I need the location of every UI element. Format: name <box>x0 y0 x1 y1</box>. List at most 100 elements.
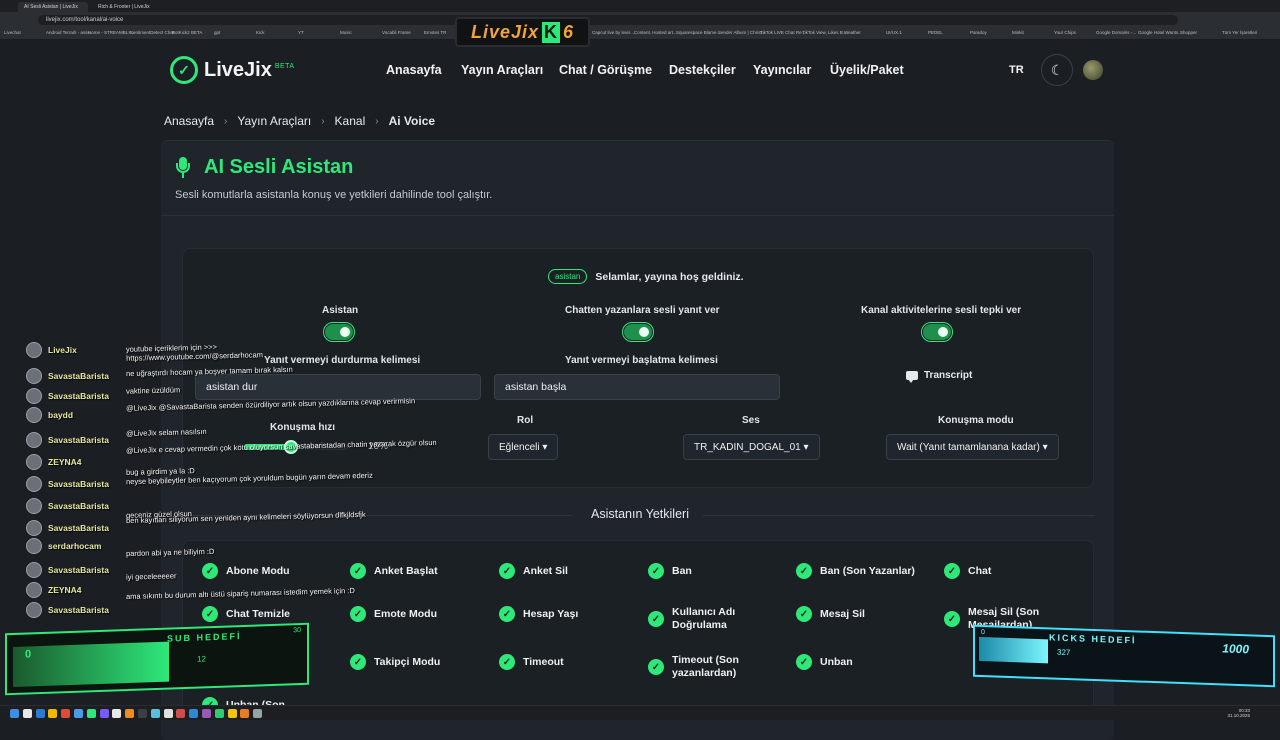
start-word-input[interactable]: asistan başla <box>494 374 780 400</box>
nav-yayincilar[interactable]: Yayıncılar <box>753 63 811 77</box>
check-circle-icon: ✓ <box>648 611 664 627</box>
taskbar-app-icon[interactable] <box>202 709 211 718</box>
bookmark-item[interactable]: Livechat <box>4 30 21 35</box>
user-avatar[interactable] <box>1083 60 1103 80</box>
bookmark-item[interactable]: Content, Hosted art... <box>634 30 677 35</box>
page-description: Sesli komutlarla asistanla konuş ve yetk… <box>175 189 493 201</box>
taskbar-app-icon[interactable] <box>214 709 224 718</box>
taskbar-clock[interactable]: 00:33 31.10.2025 <box>1227 708 1250 718</box>
bookmark-item[interactable]: Android Terrarli - asss... <box>46 30 93 35</box>
transcript-label: Transcript <box>924 370 973 381</box>
permission-label: Hesap Yaşı <box>523 607 579 620</box>
taskbar-app-icon[interactable] <box>150 709 160 718</box>
bookmark-item[interactable]: Shopper <box>1180 30 1197 35</box>
taskbar-app-icon[interactable] <box>227 709 237 718</box>
bookmark-item[interactable]: Weather <box>844 30 861 35</box>
permission-item[interactable]: ✓ Chat <box>944 563 1084 579</box>
bookmark-item[interactable]: Kick <box>256 30 265 35</box>
breadcrumb-anasayfa[interactable]: Anasayfa <box>164 114 214 128</box>
permission-item[interactable]: ✓ Takipçi Modu <box>350 654 490 670</box>
permission-item[interactable]: ✓ Emote Modu <box>350 606 490 622</box>
check-circle-icon: ✓ <box>350 654 366 670</box>
toggle-chat-reply[interactable] <box>622 322 654 342</box>
taskbar-app-icon[interactable] <box>61 709 71 718</box>
bookmark-item[interactable]: Minkit <box>1012 30 1024 35</box>
taskbar-app-icon[interactable] <box>35 709 45 718</box>
bookmark-item[interactable]: Sender Album | Christ... <box>718 30 765 35</box>
nav-chat-gorusme[interactable]: Chat / Görüşme <box>559 63 652 77</box>
permission-item[interactable]: ✓ Hesap Yaşı <box>499 606 639 622</box>
url-input[interactable]: livejix.com/tool/kanal/ai-voice <box>38 15 1178 25</box>
permission-item[interactable]: ✓ Timeout <box>499 654 639 670</box>
check-circle-icon: ✓ <box>648 659 664 675</box>
nav-anasayfa[interactable]: Anasayfa <box>386 63 442 77</box>
bookmark-item[interactable]: gpt <box>214 30 220 35</box>
taskbar-app-icon[interactable] <box>125 709 135 718</box>
taskbar-app-icon[interactable] <box>99 709 109 718</box>
bookmark-item[interactable]: UI/UX.1 <box>886 30 902 35</box>
bookmark-item[interactable]: Squarespace Blame... <box>676 30 720 35</box>
taskbar-app-icon[interactable] <box>176 709 186 718</box>
taskbar-app-icon[interactable] <box>112 709 122 718</box>
nav-destekciler[interactable]: Destekçiler <box>669 63 736 77</box>
voice-select[interactable]: TR_KADIN_DOGAL_01 ▾ <box>683 434 820 460</box>
bookmark-item[interactable]: Paradoy <box>970 30 987 35</box>
site-logo[interactable]: ✓ LiveJix BETA <box>170 56 295 84</box>
os-taskbar: 00:33 31.10.2025 <box>0 705 1280 720</box>
bookmark-item[interactable]: BotKick2 BETA <box>172 30 202 35</box>
moon-icon: ☾ <box>1050 61 1064 78</box>
taskbar-app-icon[interactable] <box>86 709 96 718</box>
taskbar-app-icon[interactable] <box>163 709 173 718</box>
bookmark-item[interactable]: TikTok View, Likes B... <box>802 30 847 35</box>
stream-chat-overlay: LiveJix youtube içeriklerim için >>> http… <box>12 340 437 620</box>
permission-item[interactable]: ✓ Timeout (Son yazanlardan) <box>648 654 788 680</box>
permission-item[interactable]: ✓ Ban (Son Yazanlar) <box>796 563 936 579</box>
bookmark-item[interactable]: Google Domains -... <box>1096 30 1136 35</box>
permission-item[interactable]: ✓ Anket Başlat <box>350 563 490 579</box>
permission-item[interactable]: ✓ Anket Sil <box>499 563 639 579</box>
bookmark-item[interactable]: Your Chips <box>1054 30 1076 35</box>
browser-tab[interactable]: Rich & Frooter | LiveJix <box>92 2 162 12</box>
taskbar-app-icon[interactable] <box>48 709 58 718</box>
bookmark-item[interactable]: PEDEL <box>928 30 943 35</box>
bookmark-item[interactable]: SentimentDetect Chat <box>130 30 174 35</box>
permission-item[interactable]: ✓ Mesaj Sil <box>796 606 936 622</box>
breadcrumb-yayin-araclari[interactable]: Yayın Araçları <box>237 114 311 128</box>
bookmark-item[interactable]: Capcut live by levis ... <box>592 30 636 35</box>
caret-down-icon: ▾ <box>1042 442 1048 453</box>
toggle-label-chat-reply: Chatten yazanlara sesli yanıt ver <box>565 305 720 316</box>
permission-item[interactable]: ✓ Kullanıcı Adı Doğrulama <box>648 606 788 632</box>
permission-item[interactable]: ✓ Ban <box>648 563 788 579</box>
taskbar-app-icon[interactable] <box>74 709 83 718</box>
bookmark-item[interactable]: Google Hotel Wants... <box>1138 30 1182 35</box>
taskbar-app-icon[interactable] <box>253 709 263 718</box>
nav-uyelik-paket[interactable]: Üyelik/Paket <box>830 63 904 77</box>
role-select[interactable]: Eğlenceli ▾ <box>488 434 559 460</box>
bookmark-item[interactable]: Music <box>340 30 352 35</box>
mode-select[interactable]: Wait (Yanıt tamamlanana kadar) ▾ <box>886 434 1059 460</box>
taskbar-app-icon[interactable] <box>22 709 32 718</box>
taskbar-app-icon[interactable] <box>189 709 199 718</box>
browser-tab-active[interactable]: AI Sesli Asistan | LiveJix <box>18 2 88 12</box>
taskbar-app-icon[interactable] <box>138 709 147 718</box>
taskbar-app-icon[interactable] <box>10 709 19 718</box>
bookmark-item[interactable]: Home - STREAMBLX... <box>88 30 135 35</box>
breadcrumb-kanal[interactable]: Kanal <box>335 114 366 128</box>
chat-user-name: baydd <box>48 410 74 420</box>
permission-label: Unban <box>820 655 853 668</box>
language-selector[interactable]: TR <box>1009 64 1024 76</box>
bookmark-item[interactable]: TikTok LIVE Chat Re... <box>760 30 805 35</box>
toggle-asistan[interactable] <box>323 322 355 342</box>
transcript-button[interactable]: Transcript <box>906 370 973 383</box>
toggle-activity-reaction[interactable] <box>921 322 953 342</box>
bookmark-item[interactable]: YT <box>298 30 304 35</box>
bookmark-item[interactable]: Emotes TR <box>424 30 446 35</box>
divider <box>703 515 1095 516</box>
bookmark-item[interactable]: Tüm Yer İşaretleri <box>1222 30 1257 35</box>
theme-toggle-button[interactable]: ☾ <box>1041 54 1073 86</box>
nav-yayin-araclari[interactable]: Yayın Araçları <box>461 63 543 77</box>
bookmark-item[interactable]: Vocabli Frame <box>382 30 411 35</box>
taskbar-app-icon[interactable] <box>240 709 250 718</box>
permission-item[interactable]: ✓ Unban <box>796 654 936 670</box>
chat-user-name: SavastaBarista <box>48 605 109 615</box>
